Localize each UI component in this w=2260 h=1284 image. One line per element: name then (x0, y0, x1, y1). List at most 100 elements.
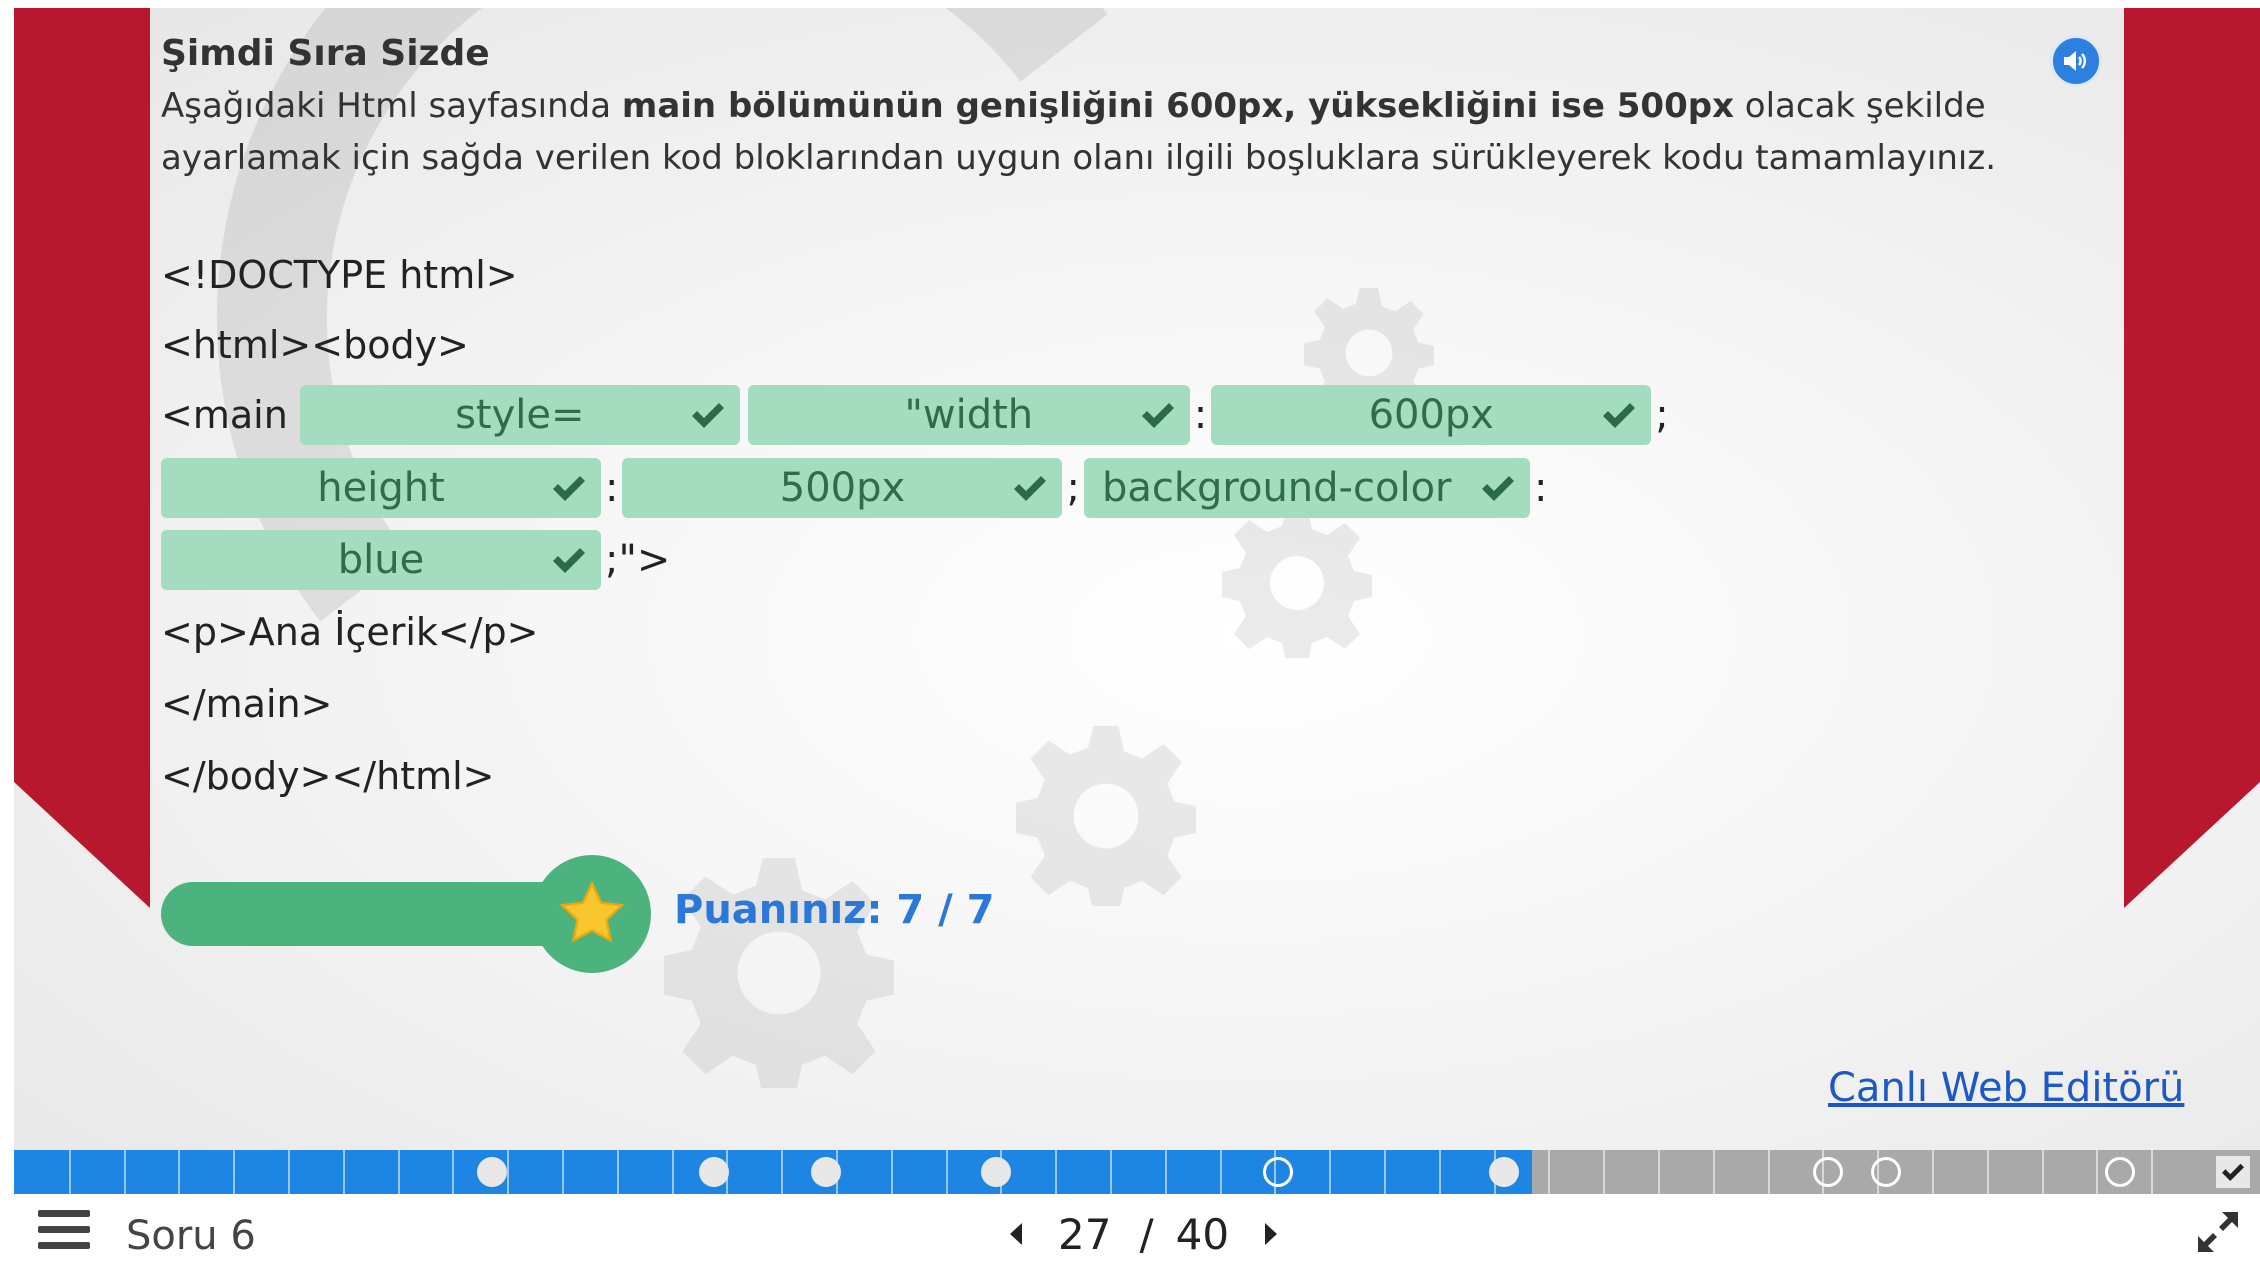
timeline-tick (1987, 1150, 1989, 1194)
attribute-close: ;"> (605, 537, 671, 583)
check-icon (1141, 403, 1174, 428)
timeline-bar[interactable] (14, 1150, 2260, 1194)
slot-value: style= (455, 392, 585, 438)
timeline-tick (1658, 1150, 1660, 1194)
speaker-icon (2064, 51, 2087, 71)
timeline-tick (1384, 1150, 1386, 1194)
check-icon (691, 403, 724, 428)
previous-page-button[interactable] (996, 1214, 1036, 1254)
timeline-tick (1768, 1150, 1770, 1194)
timeline-marker[interactable] (699, 1157, 729, 1187)
timeline-tick (343, 1150, 345, 1194)
timeline-tick (1713, 1150, 1715, 1194)
check-icon (553, 476, 585, 501)
timeline-tick (2042, 1150, 2044, 1194)
timeline-marker[interactable] (1263, 1157, 1293, 1187)
code-line-height: height : 500px ; background-color : (161, 458, 1547, 518)
instruction-text: Aşağıdaki Html sayfasında (161, 86, 622, 126)
colon-separator: : (605, 465, 619, 511)
code-main-tag: <main (161, 393, 288, 437)
timeline-marker[interactable] (2105, 1157, 2135, 1187)
instruction-bold-text: main bölümünün genişliğini 600px, yüksek… (621, 86, 1734, 126)
timeline-tick (452, 1150, 454, 1194)
pager: 27 / 40 (996, 1204, 1291, 1264)
caret-left-icon (1010, 1223, 1022, 1245)
hamburger-icon[interactable] (38, 1210, 90, 1254)
timeline-tick (1932, 1150, 1934, 1194)
timeline-tick (946, 1150, 948, 1194)
current-page: 27 (1058, 1209, 1112, 1259)
timeline-progress-fill (14, 1150, 1532, 1194)
timeline-tick (1055, 1150, 1057, 1194)
check-icon (1603, 403, 1636, 428)
slot-value: background-color (1101, 465, 1452, 511)
timeline-marker[interactable] (811, 1157, 841, 1187)
timeline-tick (1603, 1150, 1605, 1194)
drop-slot-500px[interactable]: 500px (622, 458, 1063, 518)
timeline-tick (233, 1150, 235, 1194)
timeline-tick (1548, 1150, 1550, 1194)
semicolon-separator: ; (1655, 392, 1669, 438)
slot-value: "width (904, 392, 1034, 438)
check-icon (1014, 476, 1047, 501)
star-icon (559, 880, 625, 943)
gear-icon (1222, 508, 1372, 658)
timeline-tick (781, 1150, 783, 1194)
question-title: Şimdi Sıra Sizde (161, 33, 490, 74)
question-instruction: Aşağıdaki Html sayfasında main bölümünün… (161, 80, 2141, 184)
slot-value: blue (337, 537, 425, 583)
timeline-tick (1110, 1150, 1112, 1194)
drop-slot-blue[interactable]: blue (161, 530, 601, 590)
next-page-button[interactable] (1251, 1214, 1291, 1254)
code-line-end: </body></html> (161, 754, 495, 798)
timeline-marker[interactable] (981, 1157, 1011, 1187)
page-separator: / (1139, 1209, 1154, 1259)
timeline-tick (891, 1150, 893, 1194)
score-progress-bar (161, 882, 591, 946)
finish-check-icon[interactable] (2216, 1156, 2250, 1188)
timeline-marker[interactable] (477, 1157, 507, 1187)
timeline-tick (562, 1150, 564, 1194)
bottom-toolbar: Soru 6 27 / 40 (14, 1194, 2260, 1284)
drop-slot-600px[interactable]: 600px (1211, 385, 1652, 445)
caret-right-icon (1265, 1223, 1278, 1245)
question-content: Şimdi Sıra Sizde Aşağıdaki Html sayfasın… (161, 28, 2141, 184)
timeline-tick (617, 1150, 619, 1194)
code-line-doctype: <!DOCTYPE html> (161, 253, 518, 297)
timeline-tick (2151, 1150, 2153, 1194)
timeline-tick (398, 1150, 400, 1194)
colon-separator: : (1533, 465, 1548, 511)
drop-slot-width[interactable]: "width (747, 385, 1190, 445)
slot-value: height (317, 465, 445, 511)
timeline-tick (288, 1150, 290, 1194)
code-line-blue: blue ;"> (161, 530, 670, 590)
code-line-paragraph: <p>Ana İçerik</p> (161, 610, 539, 654)
timeline-tick (1329, 1150, 1331, 1194)
timeline-tick (672, 1150, 674, 1194)
audio-button[interactable] (2050, 35, 2102, 87)
live-web-editor-link[interactable]: Canlı Web Editörü (1828, 1058, 2184, 1118)
timeline-tick (2096, 1150, 2098, 1194)
timeline-tick (69, 1150, 71, 1194)
code-line-main-close: </main> (161, 682, 333, 726)
code-line-html-body: <html><body> (161, 323, 469, 367)
timeline-tick (1220, 1150, 1222, 1194)
timeline-marker[interactable] (1813, 1157, 1843, 1187)
timeline-marker[interactable] (1871, 1157, 1901, 1187)
left-ribbon-decoration (14, 8, 150, 908)
total-pages: 40 (1175, 1209, 1230, 1259)
drop-slot-background-color[interactable]: background-color (1083, 458, 1530, 518)
semicolon-separator: ; (1066, 465, 1080, 511)
question-label: Soru 6 (126, 1213, 256, 1259)
drop-slot-style[interactable]: style= (299, 385, 740, 445)
timeline-marker[interactable] (1489, 1157, 1519, 1187)
expand-icon[interactable] (2194, 1208, 2242, 1256)
timeline-tick (507, 1150, 509, 1194)
check-icon (553, 548, 585, 573)
right-ribbon-decoration (2124, 8, 2260, 908)
timeline-tick (1439, 1150, 1441, 1194)
drop-slot-height[interactable]: height (161, 458, 601, 518)
score-star-badge (533, 855, 651, 973)
code-line-main-open: <main style= "width : 600px ; (161, 385, 1669, 445)
timeline-tick (124, 1150, 126, 1194)
